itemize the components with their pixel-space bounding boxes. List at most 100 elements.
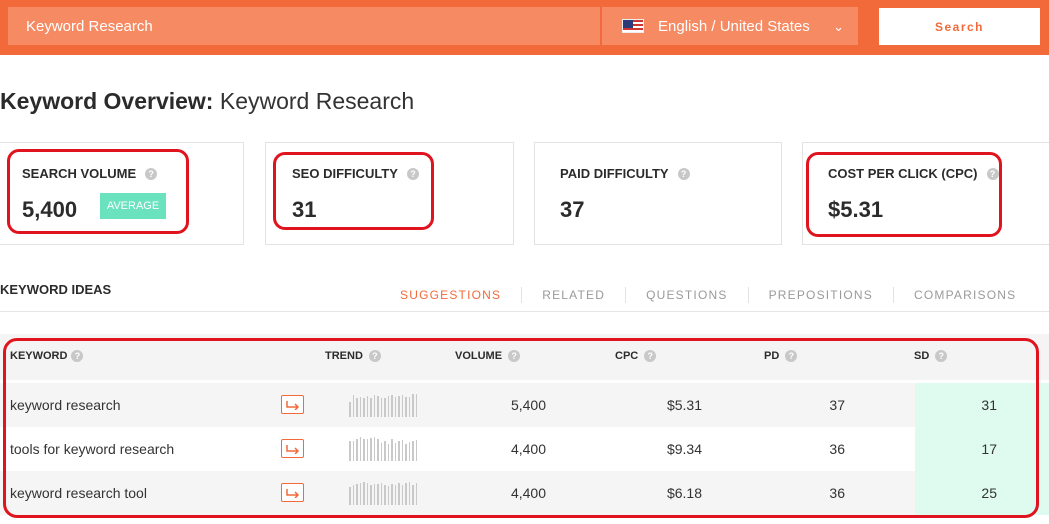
- seo-difficulty-card: SEO DIFFICULTY? 31: [265, 142, 514, 245]
- arrow-icon[interactable]: [281, 395, 304, 414]
- help-icon[interactable]: ?: [71, 350, 84, 362]
- cpc-label-text: COST PER CLICK (CPC): [828, 166, 978, 181]
- table-row-cells: keyword research 5,400 $5.31 37 31: [0, 383, 1049, 427]
- trend-bar: [380, 483, 382, 505]
- trend-bar: [387, 396, 389, 417]
- trend-sparkline: [349, 481, 417, 505]
- help-icon[interactable]: ?: [644, 350, 657, 362]
- arrow-icon[interactable]: [281, 439, 304, 458]
- cpc-value: $5.31: [666, 397, 702, 413]
- trend-bar: [373, 484, 375, 505]
- column-header-label: KEYWORD: [10, 350, 68, 362]
- trend-bar: [408, 442, 410, 461]
- help-icon[interactable]: ?: [677, 167, 690, 180]
- trend-bar: [366, 439, 368, 461]
- paid-difficulty-label: PAID DIFFICULTY?: [560, 166, 690, 181]
- trend-bar: [380, 443, 382, 461]
- trend-bar: [394, 485, 396, 505]
- tab-questions[interactable]: QUESTIONS: [625, 287, 747, 303]
- trend-bar: [405, 444, 407, 461]
- trend-bar: [366, 396, 368, 417]
- chevron-down-icon: ⌄: [833, 19, 844, 34]
- page-title: Keyword Overview: Keyword Research: [0, 88, 414, 115]
- page-title-prefix: Keyword Overview:: [0, 88, 214, 114]
- keyword-link[interactable]: keyword research tool: [10, 471, 147, 515]
- trend-bar: [401, 440, 403, 461]
- help-icon[interactable]: ?: [508, 350, 521, 362]
- help-icon[interactable]: ?: [368, 350, 381, 362]
- arrow-icon[interactable]: [281, 483, 304, 502]
- trend-bar: [412, 485, 414, 505]
- search-volume-card: SEARCH VOLUME? 5,400 AVERAGE: [0, 142, 244, 245]
- trend-bar: [415, 394, 417, 417]
- ideas-tabs: SUGGESTIONS RELATED QUESTIONS PREPOSITIO…: [380, 287, 1036, 303]
- average-badge: AVERAGE: [100, 193, 166, 219]
- trend-bar: [391, 395, 393, 417]
- sd-value: 31: [981, 397, 997, 413]
- trend-bar: [359, 397, 361, 417]
- seo-difficulty-value: 31: [292, 197, 317, 222]
- column-header-trend[interactable]: TREND?: [325, 350, 381, 362]
- cpc-value: $5.31: [828, 197, 884, 222]
- cpc-value: $6.18: [666, 485, 702, 501]
- search-button[interactable]: Search: [879, 8, 1040, 45]
- trend-bar: [352, 485, 354, 505]
- help-icon[interactable]: ?: [785, 350, 798, 362]
- language-select[interactable]: English / United States ⌄: [602, 7, 858, 45]
- trend-bar: [356, 439, 358, 461]
- tab-comparisons[interactable]: COMPARISONS: [892, 287, 1036, 303]
- trend-sparkline: [349, 437, 417, 461]
- trend-bar: [373, 395, 375, 417]
- trend-bar: [377, 484, 379, 505]
- tab-prepositions[interactable]: PREPOSITIONS: [747, 287, 893, 303]
- trend-bar: [352, 441, 354, 461]
- table-row-cells: tools for keyword research 4,400 $9.34 3…: [0, 427, 1049, 471]
- keyword-input[interactable]: [8, 7, 600, 45]
- keyword-link[interactable]: tools for keyword research: [10, 427, 174, 471]
- us-flag-icon: [622, 19, 644, 33]
- cpc-card: COST PER CLICK (CPC)? $5.31: [802, 142, 1049, 245]
- trend-bar: [391, 439, 393, 461]
- help-icon[interactable]: ?: [986, 167, 999, 180]
- column-header-pd[interactable]: PD?: [764, 350, 798, 362]
- trend-bar: [408, 397, 410, 417]
- trend-bar: [377, 396, 379, 417]
- pd-value: 37: [829, 397, 845, 413]
- pd-value: 36: [829, 441, 845, 457]
- trend-sparkline: [349, 393, 417, 417]
- pd-value: 36: [829, 485, 845, 501]
- column-header-label: VOLUME: [455, 350, 503, 362]
- tab-related[interactable]: RELATED: [521, 287, 625, 303]
- trend-bar: [412, 441, 414, 461]
- trend-bar: [401, 395, 403, 417]
- tab-suggestions[interactable]: SUGGESTIONS: [380, 287, 521, 303]
- cpc-value: $9.34: [666, 441, 702, 457]
- column-header-keyword[interactable]: KEYWORD?: [10, 350, 84, 362]
- help-icon[interactable]: ?: [145, 167, 158, 180]
- trend-bar: [405, 483, 407, 505]
- trend-bar: [356, 484, 358, 505]
- trend-bar: [398, 483, 400, 505]
- column-header-label: SD: [914, 350, 930, 362]
- search-volume-label-text: SEARCH VOLUME: [22, 166, 137, 181]
- help-icon[interactable]: ?: [935, 350, 948, 362]
- trend-bar: [401, 485, 403, 505]
- column-header-volume[interactable]: VOLUME?: [455, 350, 521, 362]
- table-row-cells: keyword research tool 4,400 $6.18 36 25: [0, 471, 1049, 515]
- trend-bar: [391, 484, 393, 505]
- seo-difficulty-label-text: SEO DIFFICULTY: [292, 166, 398, 181]
- trend-bar: [394, 443, 396, 461]
- help-icon[interactable]: ?: [406, 167, 419, 180]
- paid-difficulty-card: PAID DIFFICULTY? 37: [534, 142, 782, 245]
- trend-bar: [394, 397, 396, 417]
- column-header-label: CPC: [615, 350, 639, 362]
- column-header-sd[interactable]: SD?: [914, 350, 948, 362]
- trend-bar: [370, 485, 372, 505]
- trend-bar: [415, 483, 417, 505]
- trend-bar: [384, 398, 386, 417]
- keyword-link[interactable]: keyword research: [10, 383, 121, 427]
- column-header-cpc[interactable]: CPC?: [615, 350, 657, 362]
- trend-bar: [373, 437, 375, 461]
- sd-value: 25: [981, 485, 997, 501]
- trend-bar: [408, 482, 410, 505]
